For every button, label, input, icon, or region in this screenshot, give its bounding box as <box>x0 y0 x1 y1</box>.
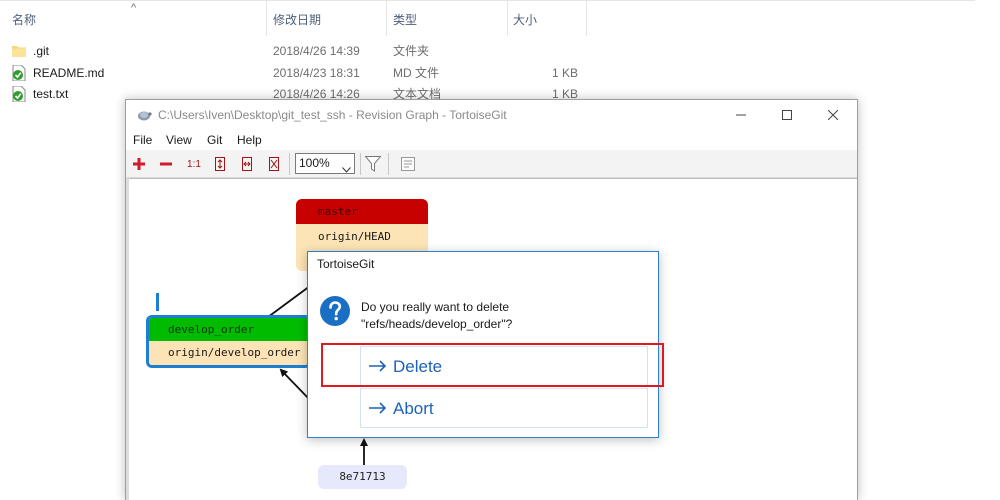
column-header-date[interactable]: 修改日期 <box>267 0 321 40</box>
file-size: 1 KB <box>551 66 578 80</box>
fit-window-icon[interactable] <box>264 154 284 174</box>
zoom-select[interactable]: 100% <box>295 153 355 174</box>
tortoisegit-app-icon <box>136 108 152 125</box>
selection-marker <box>156 293 159 311</box>
file-row-readme[interactable]: README.md 2018/4/23 18:31 MD 文件 1 KB <box>0 62 600 84</box>
chevron-down-icon <box>342 160 351 179</box>
filter-icon[interactable] <box>363 154 383 174</box>
column-header-name[interactable]: 名称 <box>6 0 36 40</box>
branch-label-develop-order: develop_order <box>149 318 308 341</box>
folder-icon <box>12 43 26 59</box>
dialog-message-line2: "refs/heads/develop_order"? <box>361 317 513 331</box>
fit-height-icon[interactable] <box>210 154 230 174</box>
remote-label-origin-develop-order: origin/develop_order <box>149 341 308 365</box>
menu-view[interactable]: View <box>166 130 192 150</box>
file-name: test.txt <box>33 87 69 101</box>
canvas-left-border <box>126 178 129 500</box>
dialog-message: Do you really want to delete "refs/heads… <box>361 299 512 333</box>
toolbar-separator <box>360 153 361 175</box>
header-divider <box>0 0 975 1</box>
close-button[interactable] <box>810 100 856 130</box>
column-header-type[interactable]: 类型 <box>387 0 417 40</box>
highlight-box <box>321 343 664 387</box>
dialog-title: TortoiseGit <box>317 257 375 271</box>
column-header-size[interactable]: 大小 <box>507 0 537 40</box>
git-file-icon <box>12 85 26 103</box>
abort-button[interactable]: Abort <box>360 388 648 428</box>
zoom-out-icon[interactable] <box>156 154 176 174</box>
sort-ascending-icon: ^ <box>131 2 137 14</box>
file-name: README.md <box>33 66 105 80</box>
menu-file[interactable]: File <box>133 130 152 150</box>
minimize-button[interactable] <box>718 100 764 130</box>
menu-help[interactable]: Help <box>237 130 262 150</box>
branch-node-develop-order[interactable]: develop_order origin/develop_order <box>146 315 311 368</box>
remote-label-origin-head: origin/HEAD <box>296 224 428 249</box>
menu-bar: File View Git Help <box>126 130 857 150</box>
file-row-git-folder[interactable]: .git 2018/4/26 14:39 文件夹 <box>0 40 600 62</box>
question-icon <box>319 295 351 330</box>
window-title: C:\Users\Iven\Desktop\git_test_ssh - Rev… <box>158 108 507 122</box>
toolbar-separator <box>388 153 389 175</box>
column-separator[interactable] <box>586 0 587 36</box>
abort-label: Abort <box>393 399 434 418</box>
toolbar: 1:1 100% <box>126 150 857 178</box>
branch-label-master: master <box>296 199 428 224</box>
file-date: 2018/4/23 18:31 <box>273 66 360 80</box>
file-type: 文件夹 <box>393 44 430 58</box>
menu-git[interactable]: Git <box>207 130 222 150</box>
zoom-reset-icon[interactable]: 1:1 <box>183 154 205 174</box>
fit-width-icon[interactable] <box>237 154 257 174</box>
toolbar-separator <box>289 153 290 175</box>
dialog-message-line1: Do you really want to delete <box>361 300 510 314</box>
zoom-value: 100% <box>299 156 330 170</box>
zoom-in-icon[interactable] <box>129 154 149 174</box>
file-name: .git <box>33 44 50 58</box>
maximize-button[interactable] <box>764 100 810 130</box>
arrow-right-icon <box>369 389 387 429</box>
commit-node[interactable]: 8e71713 <box>318 465 407 489</box>
title-bar[interactable]: C:\Users\Iven\Desktop\git_test_ssh - Rev… <box>126 100 857 130</box>
file-type: MD 文件 <box>393 66 439 80</box>
git-file-icon <box>12 64 26 82</box>
file-date: 2018/4/26 14:39 <box>273 44 360 58</box>
overview-icon[interactable] <box>398 154 418 174</box>
